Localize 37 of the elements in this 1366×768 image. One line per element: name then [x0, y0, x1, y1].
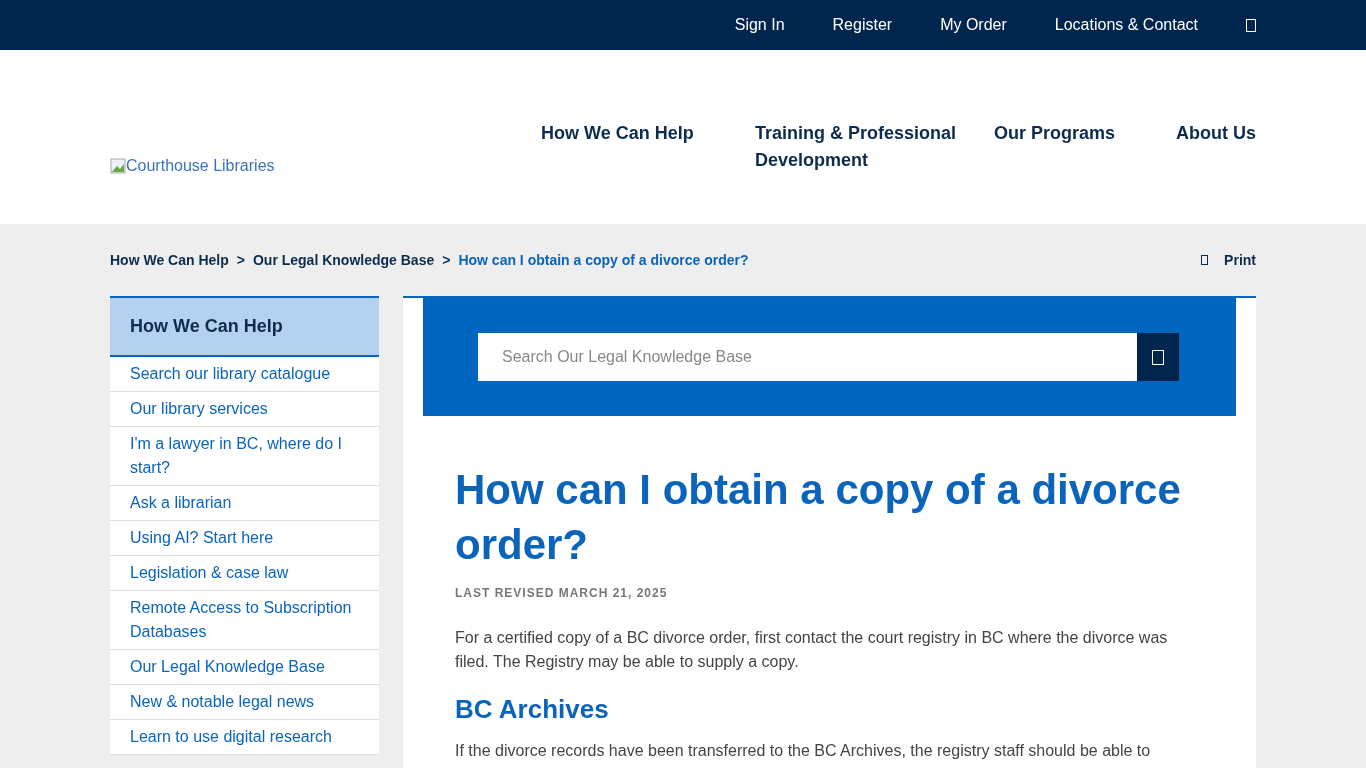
- search-button[interactable]: [1137, 333, 1179, 381]
- top-link[interactable]: Register: [832, 13, 893, 37]
- sidebar-title: How We Can Help: [110, 296, 379, 357]
- article-title: How can I obtain a copy of a divorce order?: [455, 465, 1182, 570]
- sidebar-link[interactable]: Legislation & case law: [110, 556, 379, 591]
- sidebar-link[interactable]: Remote Access to Subscription Databases: [110, 591, 379, 650]
- sidebar-link[interactable]: Using AI? Start here: [110, 521, 379, 556]
- missing-glyph-icon: [1201, 255, 1209, 265]
- breadcrumb-link[interactable]: Our Legal Knowledge Base: [252, 249, 435, 271]
- sidebar-link[interactable]: I'm a lawyer in BC, where do I start?: [110, 427, 379, 486]
- search-field[interactable]: Search Our Legal Knowledge Base: [478, 333, 1137, 381]
- sidebar-link[interactable]: Our library services: [110, 392, 379, 427]
- paragraph: If the divorce records have been transferred to the BC Archives, the registry staff should be able to: [455, 741, 1152, 761]
- missing-glyph-icon[interactable]: [1246, 18, 1256, 32]
- print-link[interactable]: Print: [1201, 249, 1256, 271]
- nav-link[interactable]: Our Programs: [994, 120, 1176, 147]
- missing-glyph-icon: [1152, 349, 1164, 365]
- breadcrumb-link[interactable]: How We Can Help: [110, 249, 229, 271]
- logo-link[interactable]: Courthouse Libraries: [110, 108, 275, 224]
- breadcrumb-separator: >: [442, 250, 451, 270]
- revision-date: LAST REVISED MARCH 21, 2025: [455, 585, 669, 602]
- sidebar-link[interactable]: Learn to use digital research: [110, 720, 379, 755]
- top-link[interactable]: Sign In: [734, 13, 785, 37]
- section-heading: BC Archives: [455, 694, 610, 725]
- top-link[interactable]: My Order: [940, 13, 1007, 37]
- broken-image-icon: [110, 158, 126, 174]
- paragraph: For a certified copy of a BC divorce order, first contact the court registry in BC where the divorce was filed. The Registry may be able to supply a copy.: [455, 628, 1169, 672]
- nav-link[interactable]: How We Can Help: [541, 120, 755, 147]
- breadcrumb-separator: >: [236, 250, 245, 270]
- sidebar-link[interactable]: New & notable legal news: [110, 685, 379, 720]
- nav-link[interactable]: Training & Professional Development: [755, 120, 994, 174]
- nav-link[interactable]: About Us: [1176, 120, 1256, 147]
- sidebar-link[interactable]: Search our library catalogue: [110, 357, 379, 392]
- sidebar-link[interactable]: Ask a librarian: [110, 486, 379, 521]
- breadcrumb-link[interactable]: How can I obtain a copy of a divorce order?: [458, 249, 749, 271]
- top-link[interactable]: Locations & Contact: [1054, 13, 1198, 37]
- sidebar-link[interactable]: Our Legal Knowledge Base: [110, 650, 379, 685]
